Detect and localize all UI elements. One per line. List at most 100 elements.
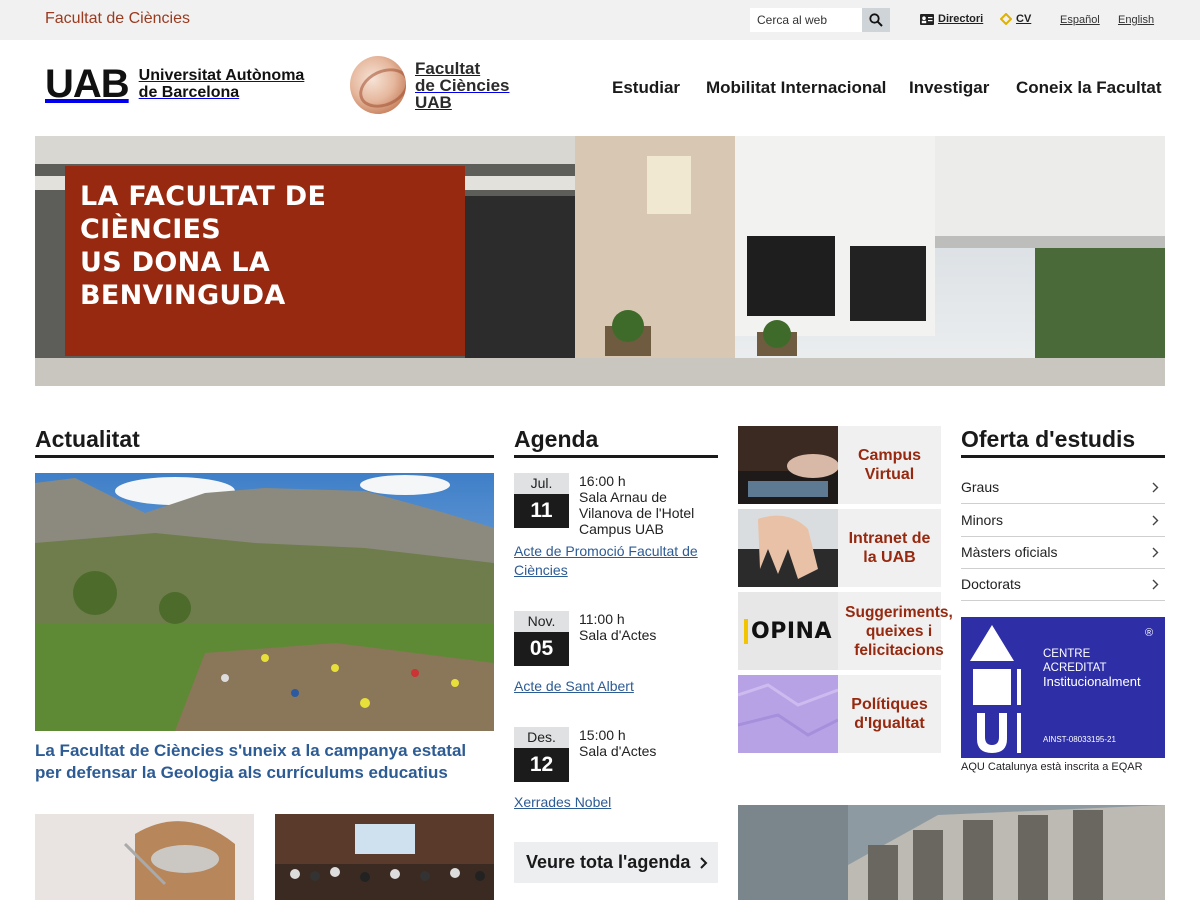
- search-icon: [869, 13, 883, 27]
- agenda-event-place: Sala d'Actes: [579, 743, 657, 759]
- hero-welcome-box: LA FACULTAT DE CIÈNCIES US DONA LA BENVI…: [65, 166, 465, 356]
- tile-campus-virtual-image: [738, 426, 838, 504]
- aqu-code: AINST-08033195-21: [1043, 735, 1116, 744]
- uab-name-line1: Universitat Autònoma: [138, 67, 305, 84]
- building-photo-bottom: [738, 805, 1165, 900]
- event-audience-photo: [275, 814, 494, 900]
- aqu-logo-icon: [970, 625, 1021, 753]
- chevron-right-icon: [1152, 515, 1159, 525]
- directory-link[interactable]: Directori: [920, 13, 983, 25]
- study-item-label: Màsters oficials: [961, 544, 1058, 560]
- directory-label: Directori: [938, 13, 984, 25]
- agenda-event-date: Jul. 11: [514, 473, 569, 528]
- agenda-event-time: 11:00 h: [579, 611, 625, 627]
- faculty-logo[interactable]: Facultat de Ciències UAB: [350, 56, 510, 114]
- agenda-event-title-link[interactable]: Acte de Sant Albert: [514, 677, 719, 696]
- nav-coneix-la-facultat[interactable]: Coneix la Facultat: [1016, 78, 1161, 98]
- uab-logo-name: Universitat Autònoma de Barcelona: [139, 67, 305, 101]
- uab-logo[interactable]: UAB Universitat Autònoma de Barcelona: [45, 64, 304, 104]
- lab-researcher-photo: [35, 814, 254, 900]
- nav-investigar[interactable]: Investigar: [909, 78, 989, 98]
- study-item-label: Minors: [961, 512, 1004, 528]
- agenda-heading: Agenda: [514, 426, 599, 452]
- tile-intranet-image: [738, 509, 838, 587]
- agenda-event-title-link[interactable]: Xerrades Nobel: [514, 793, 719, 812]
- agenda-see-all-button[interactable]: Veure tota l'agenda: [514, 842, 718, 883]
- tile-intranet-label: Intranet de la UAB: [848, 530, 931, 566]
- chevron-right-icon: [1152, 482, 1159, 492]
- opina-logo-text: OPINA: [744, 618, 832, 644]
- agenda-event-month: Nov.: [514, 611, 569, 632]
- diamond-icon: [1000, 13, 1012, 25]
- tile-suggeriments[interactable]: OPINA Suggeriments, queixes i felicitaci…: [738, 592, 953, 670]
- aqu-line2: ACREDITAT: [1043, 662, 1107, 674]
- agenda-event-time: 15:00 h: [579, 727, 626, 743]
- chevron-right-icon: [1152, 547, 1159, 557]
- agenda-see-all-label: Veure tota l'agenda: [526, 852, 691, 872]
- agenda-event-title-link[interactable]: Acte de Promoció Facultat de Ciències: [514, 542, 719, 580]
- tile-intranet-uab[interactable]: Intranet de la UAB: [738, 509, 941, 587]
- agenda-event-info: 15:00 h Sala d'Actes: [579, 727, 719, 759]
- aqu-caption: AQU Catalunya està inscrita a EQAR: [961, 761, 1143, 773]
- agenda-event-place: Sala d'Actes: [579, 627, 657, 643]
- agenda-heading-rule: [514, 455, 718, 458]
- study-item-masters[interactable]: Màsters oficials: [961, 536, 1165, 569]
- tile-campus-virtual[interactable]: Campus Virtual: [738, 426, 941, 504]
- news-thumb-lab[interactable]: [35, 814, 254, 900]
- lang-es-link[interactable]: Español: [1060, 14, 1100, 26]
- cv-link[interactable]: CV: [1000, 13, 1031, 25]
- nav-mobilitat-internacional[interactable]: Mobilitat Internacional: [706, 78, 886, 98]
- study-item-minors[interactable]: Minors: [961, 504, 1165, 537]
- agenda-event-day: 05: [514, 632, 569, 666]
- aqu-text: CENTRE ACREDITAT Institucionalment: [1043, 647, 1141, 689]
- chevron-right-icon: [700, 856, 708, 869]
- search-input[interactable]: [750, 8, 862, 32]
- directory-card-icon: [920, 13, 934, 25]
- news-headline-link[interactable]: La Facultat de Ciències s'uneix a la cam…: [35, 740, 495, 784]
- study-item-label: Doctorats: [961, 576, 1021, 592]
- hero-title: LA FACULTAT DE CIÈNCIES US DONA LA BENVI…: [80, 181, 327, 311]
- oferta-heading-rule: [961, 455, 1165, 458]
- study-item-doctorats[interactable]: Doctorats: [961, 568, 1165, 601]
- agenda-event-day: 11: [514, 494, 569, 528]
- cv-label: CV: [1016, 13, 1032, 25]
- uab-name-line2: de Barcelona: [138, 84, 240, 101]
- aqu-accreditation-badge[interactable]: CENTRE ACREDITAT Institucionalment AINST…: [961, 617, 1165, 758]
- oferta-heading: Oferta d'estudis: [961, 426, 1136, 452]
- agenda-event-info: 16:00 h Sala Arnau de Vilanova de l'Hote…: [579, 473, 719, 537]
- tile-suggeriments-label: Suggeriments, queixes i felicitacions: [838, 592, 960, 670]
- agenda-event-date: Nov. 05: [514, 611, 569, 666]
- top-utility-bar: Facultat de Ciències Directori CV Españo…: [0, 0, 1200, 40]
- agenda-event-place: Sala Arnau de Vilanova de l'Hotel Campus…: [579, 489, 695, 537]
- actualitat-heading: Actualitat: [35, 426, 140, 452]
- agenda-event-day: 12: [514, 748, 569, 782]
- faculty-logo-name: Facultat de Ciències UAB: [415, 60, 510, 111]
- tile-igualtat-label: Polítiques d'Igualtat: [851, 696, 928, 732]
- faculty-home-link[interactable]: Facultat de Ciències: [45, 10, 190, 28]
- chevron-right-icon: [1152, 579, 1159, 589]
- tile-igualtat-image: [738, 675, 838, 753]
- lang-en-link[interactable]: English: [1118, 14, 1154, 26]
- news-thumb-event[interactable]: [275, 814, 494, 900]
- hero-banner: LA FACULTAT DE CIÈNCIES US DONA LA BENVI…: [35, 136, 1165, 386]
- study-item-graus[interactable]: Graus: [961, 471, 1165, 504]
- agenda-event-date: Des. 12: [514, 727, 569, 782]
- agenda-event-info: 11:00 h Sala d'Actes: [579, 611, 719, 643]
- faculty-name-line3: UAB: [415, 92, 452, 112]
- tile-suggeriments-text: Suggeriments, queixes i felicitacions: [845, 603, 953, 659]
- aqu-line1: CENTRE: [1043, 648, 1091, 660]
- tile-politiques-igualtat[interactable]: Polítiques d'Igualtat: [738, 675, 941, 753]
- aqu-line3: Institucionalment: [1043, 674, 1141, 689]
- registered-mark: ®: [1145, 627, 1154, 639]
- news-featured-image[interactable]: [35, 473, 494, 731]
- tile-campus-virtual-label: Campus Virtual: [857, 447, 922, 483]
- actualitat-heading-rule: [35, 455, 494, 458]
- search-button[interactable]: [862, 8, 890, 32]
- nav-estudiar[interactable]: Estudiar: [612, 78, 680, 98]
- concrete-building-photo: [738, 805, 1165, 900]
- agenda-event-month: Jul.: [514, 473, 569, 494]
- agenda-event-month: Des.: [514, 727, 569, 748]
- study-item-label: Graus: [961, 479, 1000, 495]
- agenda-event-time: 16:00 h: [579, 473, 626, 489]
- faculty-emblem-icon: [350, 56, 406, 114]
